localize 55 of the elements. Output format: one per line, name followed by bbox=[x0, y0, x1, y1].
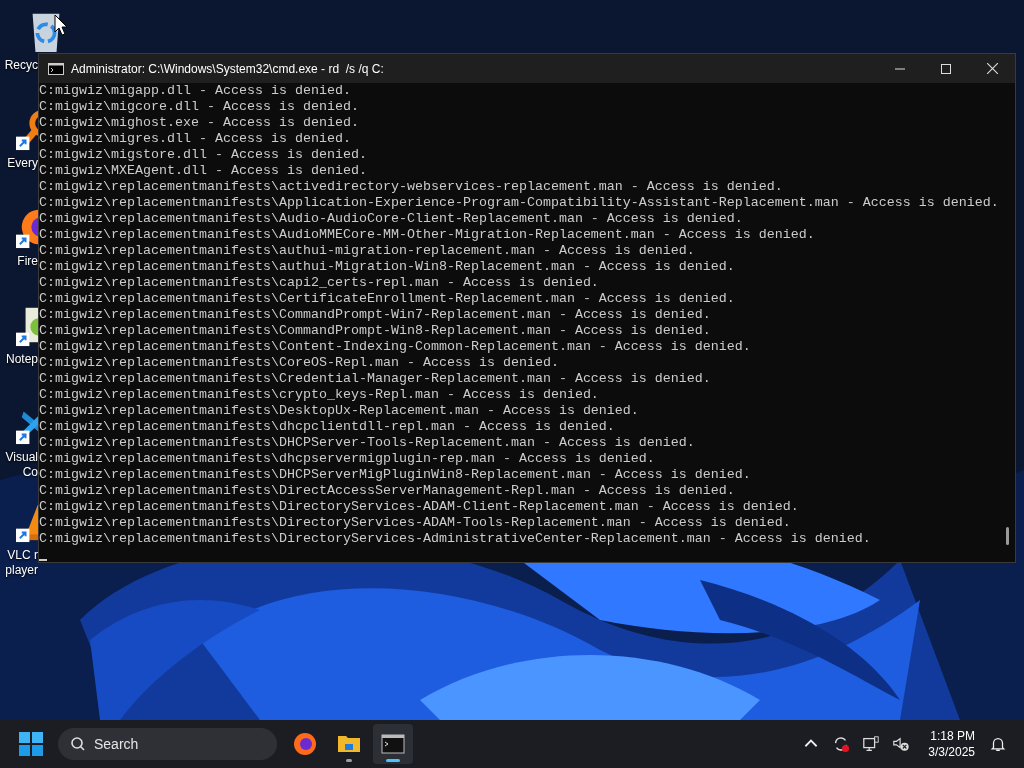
search-icon bbox=[70, 736, 86, 752]
console-line: C:migwiz\replacementmanifests\Audio-AudioCore-Client-Replacement.man - Access is denied. bbox=[39, 211, 744, 227]
console-line: C:migwiz\replacementmanifests\Content-Indexing-Common-Replacement.man - Access is denied. bbox=[39, 339, 752, 355]
mouse-pointer-icon bbox=[54, 14, 68, 36]
console-line: C:migwiz\replacementmanifests\DirectAccessServerManagement-Repl.man - Access is denied. bbox=[39, 483, 736, 499]
console-line: C:migwiz\replacementmanifests\Credential-Manager-Replacement.man - Access is denied. bbox=[39, 371, 712, 387]
console-line: C:migwiz\replacementmanifests\dhcpclientdll-repl.man - Access is denied. bbox=[39, 419, 616, 435]
muted-speaker-icon[interactable] bbox=[892, 735, 911, 753]
console-line: C:migwiz\replacementmanifests\DHCPServer-Tools-Replacement.man - Access is denied. bbox=[39, 435, 696, 451]
console-line: C:migwiz\replacementmanifests\activedirectory-webservices-replacement.man - Access is denied. bbox=[39, 179, 784, 195]
console-line: C:migwiz\migapp.dll - Access is denied. bbox=[39, 83, 352, 99]
icon-label: Every bbox=[7, 156, 38, 171]
terminal-icon bbox=[381, 732, 405, 756]
console-line: C:migwiz\replacementmanifests\dhcpservermigplugin-rep.man - Access is denied. bbox=[39, 451, 656, 467]
search-field[interactable]: Search bbox=[58, 728, 277, 760]
console-line: C:migwiz\replacementmanifests\capi2_certs-repl.man - Access is denied. bbox=[39, 275, 600, 291]
console-line: C:migwiz\replacementmanifests\AudioMMECore-MM-Other-Migration-Replacement.man - Access is denied. bbox=[39, 227, 816, 243]
terminal-taskbar-button[interactable] bbox=[373, 724, 413, 764]
console-line: C:migwiz\MXEAgent.dll - Access is denied. bbox=[39, 163, 368, 179]
icon-label: Fire bbox=[17, 254, 38, 269]
start-button[interactable] bbox=[19, 732, 43, 756]
console-line: C:migwiz\replacementmanifests\CertificateEnrollment-Replacement.man - Access is denied. bbox=[39, 291, 736, 307]
console-line: C:migwiz\replacementmanifests\CoreOS-Repl.man - Access is denied. bbox=[39, 355, 560, 371]
network-icon[interactable] bbox=[862, 735, 881, 753]
console-line: C:migwiz\replacementmanifests\DirectoryServices-AdministrativeCenter-Replacement.man - Access is denied. bbox=[39, 531, 872, 547]
console-line: C:migwiz\migres.dll - Access is denied. bbox=[39, 131, 352, 147]
console-line: C:migwiz\replacementmanifests\CommandPrompt-Win8-Replacement.man - Access is denied. bbox=[39, 323, 712, 339]
maximize-icon bbox=[941, 63, 951, 74]
close-icon bbox=[986, 63, 998, 74]
icon-label: Co bbox=[22, 465, 38, 480]
console-line: C:migwiz\replacementmanifests\authui-Migration-Win8-Replacement.man - Access is denied. bbox=[39, 259, 736, 275]
console-icon bbox=[48, 62, 64, 75]
icon-label: Visual bbox=[5, 450, 38, 465]
icon-label: player bbox=[5, 563, 38, 578]
console-line: C:migwiz\replacementmanifests\DHCPServerMigPluginWin8-Replacement.man - Access is denied. bbox=[39, 467, 752, 483]
firefox-icon bbox=[293, 732, 317, 756]
icon-label: VLC r bbox=[7, 548, 38, 563]
icon-label: Recyc bbox=[4, 58, 38, 73]
scrollbar-thumb[interactable] bbox=[1006, 527, 1009, 545]
clock[interactable]: 1:18 PM 3/3/2025 bbox=[928, 728, 975, 760]
console-line: C:migwiz\replacementmanifests\authui-migration-replacement.man - Access is denied. bbox=[39, 243, 696, 259]
console-line: C:migwiz\replacementmanifests\DesktopUx-Replacement.man - Access is denied. bbox=[39, 403, 640, 419]
sync-icon[interactable] bbox=[832, 735, 851, 753]
console-line: C:migwiz\migcore.dll - Access is denied. bbox=[39, 99, 360, 115]
console-line: C:migwiz\migstore.dll - Access is denied. bbox=[39, 147, 368, 163]
console-line: C:migwiz\replacementmanifests\CommandPrompt-Win7-Replacement.man - Access is denied. bbox=[39, 307, 712, 323]
console-line: C:migwiz\replacementmanifests\Application-Experience-Program-Compatibility-Assistant-Replacement.man - Access is denied. bbox=[39, 195, 1000, 211]
console-line: C:migwiz\mighost.exe - Access is denied. bbox=[39, 115, 360, 131]
console-line: C:migwiz\replacementmanifests\DirectoryServices-ADAM-Tools-Replacement.man - Access is denied. bbox=[39, 515, 792, 531]
icon-label: Notep bbox=[5, 352, 38, 367]
window-title: Administrator: C:\Windows\System32\cmd.exe - rd /s /q C: bbox=[71, 61, 385, 76]
notification-bell-icon[interactable] bbox=[989, 735, 1007, 753]
console-line: C:migwiz\replacementmanifests\crypto_keys-Repl.man - Access is denied. bbox=[39, 387, 600, 403]
console-line: C:migwiz\replacementmanifests\DirectoryServices-ADAM-Client-Replacement.man - Access is denied. bbox=[39, 499, 800, 515]
text-cursor bbox=[39, 559, 47, 561]
